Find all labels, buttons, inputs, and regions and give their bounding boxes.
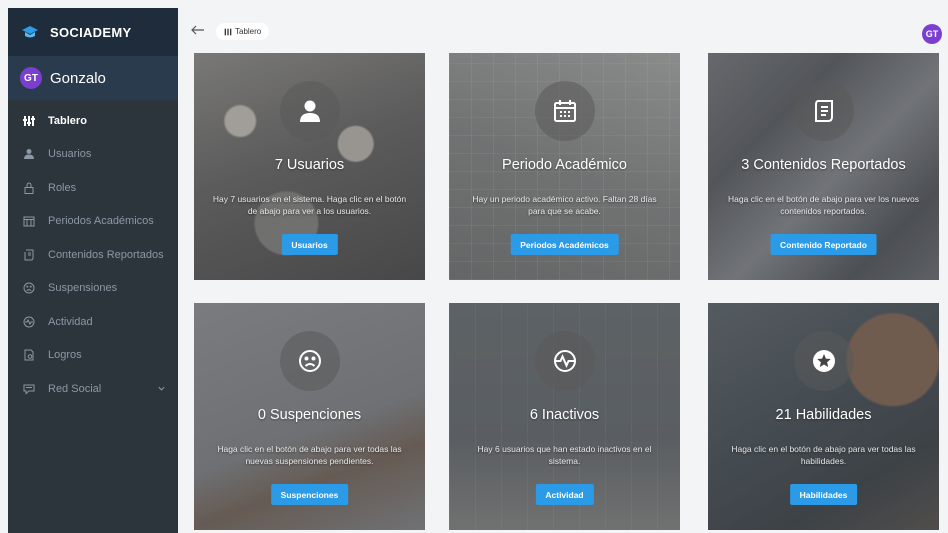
sidebar-item-label: Tablero (48, 114, 87, 127)
card-icon-circle (793, 81, 854, 141)
sidebar-item-logros[interactable]: Logros (8, 339, 178, 373)
social-icon (22, 382, 36, 396)
card-inactivos: 6 Inactivos Hay 6 usuarios que han estad… (449, 303, 680, 530)
sidebar-item-label: Roles (48, 181, 77, 194)
calendar-icon (22, 214, 36, 228)
card-periodo-academico: Periodo Académico Hay un periodo académi… (449, 53, 680, 280)
sidebar-item-label: Suspensiones (48, 282, 118, 295)
card-title: 21 Habilidades (775, 407, 872, 423)
user-avatar-button[interactable]: GT (922, 24, 942, 44)
sidebar-item-label: Periodos Académicos (48, 215, 154, 228)
card-icon-circle (534, 331, 595, 391)
user-icon (22, 147, 36, 161)
card-icon-circle (534, 81, 595, 141)
card-title: Periodo Académico (502, 157, 627, 173)
usuarios-button[interactable]: Usuarios (281, 234, 338, 255)
sad-face-icon (298, 350, 321, 372)
sidebar-item-label: Actividad (48, 315, 93, 328)
chevron-down-icon (158, 386, 165, 391)
user-profile[interactable]: GT Gonzalo (8, 56, 178, 100)
sidebar-item-label: Logros (48, 349, 82, 362)
card-title: 0 Suspenciones (257, 407, 362, 423)
sidebar-item-label: Contenidos Reportados (48, 248, 164, 261)
card-icon-circle (793, 331, 854, 391)
card-title: 6 Inactivos (529, 407, 600, 423)
brand-bar[interactable]: SOCIADEMY (8, 8, 178, 56)
sidebar-item-contenidos-reportados[interactable]: Contenidos Reportados (8, 238, 178, 272)
card-title: 7 Usuarios (274, 157, 345, 173)
topbar: Tablero GT (178, 8, 948, 52)
sad-face-icon (22, 281, 36, 295)
brand-name: SOCIADEMY (50, 24, 132, 40)
graduation-cap-icon (22, 26, 38, 38)
document-icon (814, 100, 833, 122)
card-habilidades: 21 Habilidades Haga clic en el botón de … (708, 303, 939, 530)
sidebar-item-label: Red Social (48, 382, 102, 395)
card-description: Haga clic en el botón de abajo para ver … (217, 444, 402, 466)
sidebar-item-actividad[interactable]: Actividad (8, 305, 178, 339)
user-name: Gonzalo (50, 69, 106, 87)
card-icon-circle (279, 331, 340, 391)
app: SOCIADEMY GT Gonzalo Tablero Usuarios Ro… (0, 0, 948, 533)
sidebar-item-suspensiones[interactable]: Suspensiones (8, 272, 178, 306)
sidebar-nav: Tablero Usuarios Roles Periodos Académic… (8, 100, 178, 406)
card-description: Hay un periodo académico activo. Faltan … (472, 194, 657, 216)
calendar-icon (553, 100, 576, 122)
card-usuarios: 7 Usuarios Hay 7 usuarios en el sistema.… (194, 53, 425, 280)
card-contenidos-reportados: 3 Contenidos Reportados Haga clic en el … (708, 53, 939, 280)
lock-icon (22, 181, 36, 195)
sidebar-item-periodos[interactable]: Periodos Académicos (8, 205, 178, 239)
dashboard-icon (224, 28, 232, 35)
sidebar: SOCIADEMY GT Gonzalo Tablero Usuarios Ro… (8, 8, 178, 533)
card-description: Hay 7 usuarios en el sistema. Haga clic … (212, 194, 407, 216)
sidebar-item-red-social[interactable]: Red Social (8, 372, 178, 406)
breadcrumb[interactable]: Tablero (216, 23, 270, 40)
card-description: Haga clic en el botón de abajo para ver … (728, 194, 919, 216)
back-arrow-icon[interactable] (190, 22, 206, 38)
card-description: Hay 6 usuarios que han estado inactivos … (477, 444, 652, 466)
breadcrumb-label: Tablero (235, 27, 262, 36)
award-icon (22, 348, 36, 362)
card-title: 3 Contenidos Reportados (741, 157, 906, 173)
contenido-reportado-button[interactable]: Contenido Reportado (770, 234, 877, 255)
sidebar-item-label: Usuarios (48, 148, 92, 161)
periodos-academicos-button[interactable]: Periodos Académicos (510, 234, 619, 255)
card-description: Haga clic en el botón de abajo para ver … (731, 444, 916, 466)
activity-icon (553, 350, 576, 372)
card-suspenciones: 0 Suspenciones Haga clic en el botón de … (194, 303, 425, 530)
sidebar-item-tablero[interactable]: Tablero (8, 104, 178, 138)
activity-icon (22, 315, 36, 329)
card-icon-circle (279, 81, 340, 141)
habilidades-button[interactable]: Habilidades (789, 484, 858, 505)
sidebar-item-usuarios[interactable]: Usuarios (8, 138, 178, 172)
sidebar-item-roles[interactable]: Roles (8, 171, 178, 205)
suspenciones-button[interactable]: Suspenciones (270, 484, 349, 505)
actividad-button[interactable]: Actividad (535, 484, 594, 505)
avatar: GT (20, 67, 42, 89)
user-icon (299, 100, 320, 122)
document-icon (22, 248, 36, 262)
star-icon (812, 350, 835, 372)
dashboard-icon (22, 114, 36, 128)
